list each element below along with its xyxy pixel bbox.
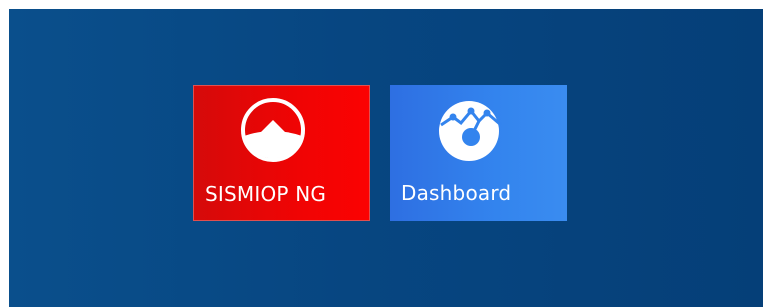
start-screen: SISMIOP NG Dashboard xyxy=(9,9,763,307)
tile-label: SISMIOP NG xyxy=(205,182,327,206)
chart-icon xyxy=(439,101,502,161)
sismiop-ng-tile[interactable]: SISMIOP NG xyxy=(193,85,370,221)
tile-label: Dashboard xyxy=(401,181,512,205)
dashboard-tile[interactable]: Dashboard xyxy=(390,85,567,221)
house-icon xyxy=(241,98,305,162)
